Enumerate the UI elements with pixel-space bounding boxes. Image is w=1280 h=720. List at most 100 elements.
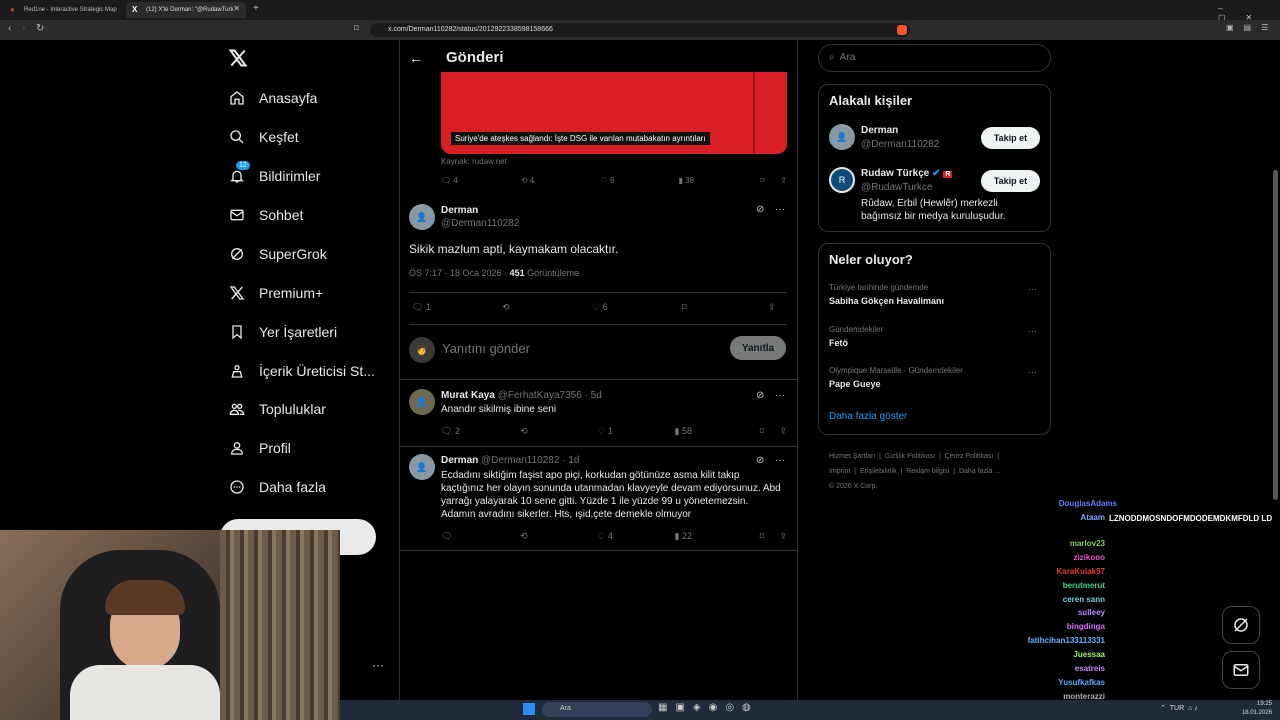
bookmark-page-icon[interactable]: ⌑ <box>354 23 359 34</box>
url-field[interactable]: x.com/Derman110282/status/20129223385981… <box>370 23 910 37</box>
sidebar-item-more[interactable]: Daha fazla <box>228 473 326 501</box>
post-time[interactable]: · 5d <box>585 390 602 401</box>
grok-icon[interactable]: ⊘ <box>756 204 764 215</box>
footer-link[interactable]: Daha fazla ... <box>959 468 1000 475</box>
brave-shield-icon[interactable] <box>897 25 907 35</box>
taskbar-search[interactable]: Ara <box>542 702 652 717</box>
bookmark-icon[interactable]: ⌑ <box>760 176 780 185</box>
person-handle[interactable]: @Derman110282 <box>861 139 939 150</box>
share-icon[interactable]: ⇪ <box>779 531 787 542</box>
like-button[interactable]: ♡ 6 <box>601 176 679 185</box>
trend-name[interactable]: Pape Gueye <box>829 379 881 389</box>
footer-link[interactable]: Reklam bilgisi <box>906 468 949 475</box>
reply-submit-button[interactable]: Yanıtla <box>730 336 786 360</box>
views-stat[interactable]: ▮ 38 <box>679 176 761 185</box>
avatar[interactable]: 👤 <box>409 204 435 230</box>
taskbar-apps[interactable]: ▦▣◈◉◎◍ <box>658 702 759 713</box>
account-menu-icon[interactable]: ··· <box>372 658 384 672</box>
more-options-icon[interactable]: ··· <box>775 390 785 401</box>
windows-start-icon[interactable] <box>523 703 535 715</box>
new-tab-button[interactable]: + <box>253 3 259 14</box>
avatar[interactable]: 👤 <box>829 124 855 150</box>
x-logo-icon[interactable] <box>228 48 248 68</box>
author-handle[interactable]: @FerhatKaya7356 <box>498 390 582 401</box>
more-options-icon[interactable]: ··· <box>775 455 785 466</box>
sidebar-item-notifications[interactable]: 12 Bildirimler <box>228 161 320 190</box>
follow-button[interactable]: Takip et <box>981 127 1040 149</box>
views-stat[interactable]: ▮ 22 <box>675 531 760 542</box>
author-name[interactable]: Derman <box>441 205 478 216</box>
link-card-image[interactable]: Suriye'de ateşkes sağlandı: İşte DSG ile… <box>441 72 787 154</box>
share-icon[interactable]: ⇪ <box>768 302 776 313</box>
show-more-link[interactable]: Daha fazla göster <box>829 411 907 422</box>
post-timestamp[interactable]: ÖS 7:17 · 18 Oca 2026 · <box>409 268 510 278</box>
search-input[interactable]: ⌕ Ara <box>818 44 1051 72</box>
like-button[interactable]: ♡ 4 <box>597 531 674 542</box>
trend-name[interactable]: Fetö <box>829 338 848 348</box>
footer-link[interactable]: Erişilebilirlik <box>860 468 897 475</box>
avatar[interactable]: R <box>829 167 855 193</box>
forward-icon[interactable]: › <box>22 23 25 34</box>
sidebar-item-profile[interactable]: Profil <box>228 434 291 462</box>
tray-icons[interactable]: ⌃ TUR ⌂ ♪ <box>1160 704 1198 712</box>
share-icon[interactable]: ⇪ <box>780 176 787 185</box>
reply-button[interactable]: 🗨 4 <box>441 176 521 185</box>
link-source[interactable]: Kaynak: rudaw.net <box>441 157 507 166</box>
browser-tab-active[interactable]: X (12) X'te Derman: "@RudawTurk ✕ <box>126 2 246 18</box>
sidebar-item-bookmarks[interactable]: Yer İşaretleri <box>228 318 337 346</box>
bookmark-icon[interactable]: ⌑ <box>760 531 780 542</box>
person-name[interactable]: Derman <box>861 125 898 136</box>
browser-tab[interactable]: ● Red1ne - Interactive Strategic Map <box>4 2 124 18</box>
messages-float-button[interactable] <box>1222 651 1260 689</box>
views-stat[interactable]: ▮ 58 <box>675 426 760 437</box>
person-name[interactable]: Rudaw Türkçe ✔ R <box>861 168 953 179</box>
follow-button[interactable]: Takip et <box>981 170 1040 192</box>
taskbar-clock[interactable]: 19:25 18.01.2026 <box>1240 700 1272 718</box>
reply-button[interactable]: 🗨 <box>441 531 520 542</box>
more-options-icon[interactable]: ··· <box>775 204 785 215</box>
scrollbar[interactable] <box>1273 170 1278 500</box>
back-arrow-icon[interactable]: ← <box>409 50 423 66</box>
repost-button[interactable]: ⟲ <box>502 302 592 313</box>
trend-name[interactable]: Sabiha Gökçen Havalimanı <box>829 296 944 306</box>
footer-link[interactable]: Çerez Politikası <box>945 453 994 460</box>
sidebar-item-creator-studio[interactable]: İçerik Üreticisi St... <box>228 357 375 385</box>
grok-icon[interactable]: ⊘ <box>756 390 764 401</box>
footer-link[interactable]: Imprint <box>829 468 850 475</box>
more-options-icon[interactable]: ··· <box>1028 367 1037 377</box>
author-name[interactable]: Murat Kaya <box>441 390 495 401</box>
reply-input[interactable]: Yanıtını gönder <box>442 341 530 356</box>
repost-button[interactable]: ⟲ <box>520 426 597 437</box>
author-name[interactable]: Derman <box>441 455 478 466</box>
more-options-icon[interactable]: ··· <box>1028 284 1037 294</box>
like-button[interactable]: ♡ 1 <box>597 426 674 437</box>
share-icon[interactable]: ⇪ <box>779 426 787 437</box>
bookmark-icon[interactable]: ⌑ <box>682 302 768 313</box>
sidebar-item-home[interactable]: Anasayfa <box>228 84 317 112</box>
reply-button[interactable]: 🗨 1 <box>412 302 502 313</box>
bookmark-icon[interactable]: ⌑ <box>760 426 780 437</box>
browser-toolbar-icons[interactable]: ▣▤☰ <box>1226 23 1278 32</box>
avatar[interactable]: 👤 <box>409 389 435 415</box>
person-handle[interactable]: @RudawTurkce <box>861 182 932 193</box>
repost-button[interactable]: ⟲ <box>520 531 597 542</box>
author-handle[interactable]: @Derman110282 <box>481 455 559 466</box>
footer-link[interactable]: Gizlilik Politikası <box>885 453 935 460</box>
sidebar-item-communities[interactable]: Topluluklar <box>228 395 326 423</box>
grok-float-button[interactable] <box>1222 606 1260 644</box>
sidebar-item-supergrok[interactable]: SuperGrok <box>228 240 327 268</box>
repost-button[interactable]: ⟲ 4 <box>521 176 601 185</box>
grok-icon[interactable]: ⊘ <box>756 455 764 466</box>
avatar[interactable]: 👤 <box>409 454 435 480</box>
post-time[interactable]: · 1d <box>562 455 579 466</box>
close-icon[interactable]: ✕ <box>233 4 240 13</box>
footer-link[interactable]: Hizmet Şartları <box>829 453 875 460</box>
like-button[interactable]: ♡ 6 <box>592 302 682 313</box>
back-icon[interactable]: ‹ <box>8 23 11 34</box>
sidebar-item-premium[interactable]: Premium+ <box>228 279 323 307</box>
more-options-icon[interactable]: ··· <box>1028 326 1037 336</box>
author-handle[interactable]: @Derman110282 <box>441 218 519 229</box>
sidebar-item-explore[interactable]: Keşfet <box>228 123 299 151</box>
reply-button[interactable]: 🗨 2 <box>441 426 520 437</box>
avatar[interactable]: 🧑 <box>409 337 435 363</box>
